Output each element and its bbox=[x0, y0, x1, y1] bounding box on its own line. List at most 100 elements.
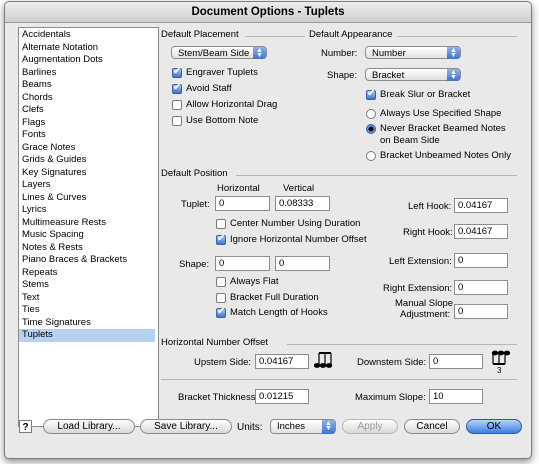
use-bottom-note-label: Use Bottom Note bbox=[186, 115, 259, 126]
shape-popup[interactable]: Bracket ▲ ▼ bbox=[365, 68, 461, 81]
manual-slope-field[interactable]: 0 bbox=[454, 304, 508, 319]
use-bottom-note-checkbox[interactable] bbox=[172, 116, 182, 126]
category-item[interactable]: Layers bbox=[19, 179, 155, 192]
bracket-thickness-label: Bracket Thickness: bbox=[178, 392, 259, 403]
never-bracket-label-line1: Never Bracket Beamed Notes bbox=[380, 123, 506, 134]
category-item[interactable]: Multimeasure Rests bbox=[19, 217, 155, 230]
category-item[interactable]: Text bbox=[19, 292, 155, 305]
shape-popup-value: Bracket bbox=[372, 70, 405, 81]
vertical-header: Vertical bbox=[283, 183, 315, 194]
document-options-window: Document Options - Tuplets Accidentals A… bbox=[4, 1, 532, 459]
number-popup-value: Number bbox=[372, 48, 406, 59]
divider bbox=[245, 36, 305, 37]
tuplet-label: Tuplet: bbox=[181, 199, 210, 210]
bracket-full-duration-checkbox[interactable] bbox=[216, 293, 226, 303]
right-hook-field[interactable]: 0.04167 bbox=[454, 224, 508, 239]
category-item[interactable]: Grids & Guides bbox=[19, 154, 155, 167]
shape-position-label: Shape: bbox=[179, 259, 210, 270]
left-extension-field[interactable]: 0 bbox=[454, 253, 508, 268]
category-item[interactable]: Chords bbox=[19, 92, 155, 105]
category-item[interactable]: Augmentation Dots bbox=[19, 54, 155, 67]
avoid-staff-label: Avoid Staff bbox=[186, 83, 232, 94]
category-item[interactable]: Lines & Curves bbox=[19, 192, 155, 205]
shape-vertical-field[interactable]: 0 bbox=[275, 256, 330, 271]
help-button[interactable]: ? bbox=[19, 420, 32, 433]
right-extension-field[interactable]: 0 bbox=[454, 280, 508, 295]
category-item[interactable]: Repeats bbox=[19, 267, 155, 280]
category-item[interactable]: Music Spacing bbox=[19, 229, 155, 242]
horizontal-offset-title: Horizontal Number Offset bbox=[161, 337, 269, 348]
match-hooks-checkbox[interactable] bbox=[216, 306, 226, 318]
downstem-field[interactable]: 0 bbox=[429, 354, 483, 369]
save-library-button[interactable]: Save Library... bbox=[140, 419, 232, 434]
units-popup-value: Inches bbox=[277, 421, 305, 432]
default-placement-title: Default Placement bbox=[161, 29, 239, 40]
units-label: Units: bbox=[237, 422, 263, 433]
divider bbox=[161, 379, 517, 380]
divider bbox=[287, 344, 517, 345]
category-item[interactable]: Beams bbox=[19, 79, 155, 92]
ignore-offset-label: Ignore Horizontal Number Offset bbox=[230, 234, 367, 245]
always-flat-label: Always Flat bbox=[230, 276, 279, 287]
category-item[interactable]: Barlines bbox=[19, 67, 155, 80]
upstem-label: Upstem Side: bbox=[194, 357, 252, 368]
bracket-unbeamed-radio[interactable] bbox=[366, 151, 376, 161]
engraver-tuplets-checkbox[interactable] bbox=[172, 66, 182, 78]
avoid-staff-checkbox[interactable] bbox=[172, 82, 182, 94]
break-slur-checkbox[interactable] bbox=[366, 88, 376, 100]
right-extension-label: Right Extension: bbox=[383, 283, 453, 294]
category-item[interactable]: Grace Notes bbox=[19, 142, 155, 155]
placement-popup[interactable]: Stem/Beam Side ▲ ▼ bbox=[171, 46, 267, 59]
placement-popup-value: Stem/Beam Side bbox=[178, 48, 250, 59]
window-title: Document Options - Tuplets bbox=[5, 2, 531, 23]
category-item[interactable]: Stems bbox=[19, 279, 155, 292]
ignore-offset-checkbox[interactable] bbox=[216, 233, 226, 245]
always-use-shape-label: Always Use Specified Shape bbox=[380, 108, 502, 119]
category-item[interactable]: Flags bbox=[19, 117, 155, 130]
popup-arrows-icon: ▲ ▼ bbox=[447, 69, 460, 81]
divider bbox=[236, 175, 517, 176]
never-bracket-beamed-radio[interactable] bbox=[366, 124, 376, 134]
category-item[interactable]: Alternate Notation bbox=[19, 42, 155, 55]
units-popup[interactable]: Inches ▲ ▼ bbox=[270, 419, 336, 434]
category-item[interactable]: Fonts bbox=[19, 129, 155, 142]
category-item[interactable]: Accidentals bbox=[19, 29, 155, 42]
manual-slope-label-line1: Manual Slope bbox=[395, 298, 454, 309]
center-number-label: Center Number Using Duration bbox=[230, 218, 361, 229]
cancel-button[interactable]: Cancel bbox=[404, 419, 460, 434]
center-number-checkbox[interactable] bbox=[216, 219, 226, 229]
category-item-selected[interactable]: Tuplets bbox=[19, 329, 155, 342]
upstem-field[interactable]: 0.04167 bbox=[255, 354, 309, 369]
tuplet-horizontal-field[interactable]: 0 bbox=[215, 196, 270, 211]
left-hook-field[interactable]: 0.04167 bbox=[454, 198, 508, 213]
allow-horizontal-drag-checkbox[interactable] bbox=[172, 100, 182, 110]
shape-horizontal-field[interactable]: 0 bbox=[215, 256, 270, 271]
category-list[interactable]: Accidentals Alternate Notation Augmentat… bbox=[18, 27, 159, 427]
load-library-button[interactable]: Load Library... bbox=[43, 419, 135, 434]
category-item[interactable]: Key Signatures bbox=[19, 167, 155, 180]
apply-button[interactable]: Apply bbox=[342, 419, 398, 434]
default-position-title: Default Position bbox=[161, 168, 228, 179]
category-item[interactable]: Piano Braces & Brackets bbox=[19, 254, 155, 267]
always-use-shape-radio[interactable] bbox=[366, 109, 376, 119]
always-flat-checkbox[interactable] bbox=[216, 277, 226, 287]
bracket-full-duration-label: Bracket Full Duration bbox=[230, 292, 319, 303]
engraver-tuplets-label: Engraver Tuplets bbox=[186, 67, 258, 78]
popup-arrows-icon: ▲ ▼ bbox=[253, 47, 266, 59]
tuplet-vertical-field[interactable]: 0.08333 bbox=[275, 196, 330, 211]
horizontal-header: Horizontal bbox=[217, 183, 260, 194]
left-hook-label: Left Hook: bbox=[408, 201, 452, 212]
right-hook-label: Right Hook: bbox=[403, 227, 453, 238]
category-item[interactable]: Lyrics bbox=[19, 204, 155, 217]
category-item[interactable]: Clefs bbox=[19, 104, 155, 117]
ok-button[interactable]: OK bbox=[466, 419, 522, 434]
upstem-tuplet-icon bbox=[314, 352, 333, 368]
maximum-slope-field[interactable]: 10 bbox=[429, 389, 483, 404]
bracket-thickness-field[interactable]: 0.01215 bbox=[255, 389, 309, 404]
allow-horizontal-drag-label: Allow Horizontal Drag bbox=[186, 99, 278, 110]
number-popup[interactable]: Number ▲ ▼ bbox=[365, 46, 461, 59]
category-item[interactable]: Notes & Rests bbox=[19, 242, 155, 255]
category-item[interactable]: Time Signatures bbox=[19, 317, 155, 330]
maximum-slope-label: Maximum Slope: bbox=[355, 392, 426, 403]
category-item[interactable]: Ties bbox=[19, 304, 155, 317]
